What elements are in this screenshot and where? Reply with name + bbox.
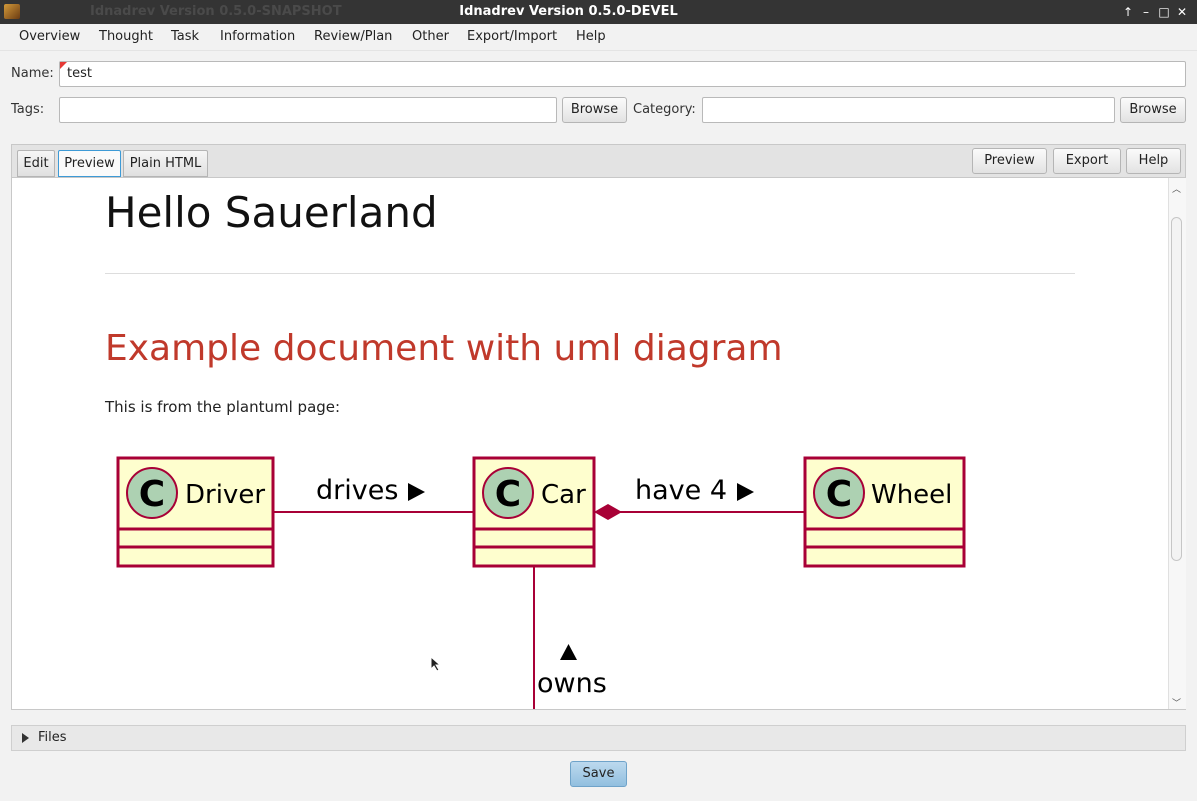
menu-help[interactable]: Help bbox=[576, 29, 606, 44]
direction-arrow-icon bbox=[408, 483, 425, 501]
menu-thought[interactable]: Thought bbox=[99, 29, 153, 44]
minimize-icon[interactable]: – bbox=[1138, 3, 1154, 21]
scroll-down-icon[interactable]: ﹀ bbox=[1172, 696, 1181, 709]
class-name-wheel: Wheel bbox=[871, 480, 952, 510]
class-stereotype-letter: C bbox=[495, 474, 521, 515]
menu-bar: Overview Thought Task Information Review… bbox=[0, 24, 1197, 51]
class-car: C Car bbox=[472, 456, 596, 568]
validation-marker bbox=[60, 62, 67, 69]
name-label: Name: bbox=[11, 66, 54, 81]
class-driver: C Driver bbox=[116, 456, 275, 568]
relation-label-have: have 4 bbox=[635, 475, 727, 506]
class-stereotype-letter: C bbox=[826, 474, 852, 515]
scroll-up-icon[interactable]: ︿ bbox=[1172, 182, 1181, 195]
menu-review-plan[interactable]: Review/Plan bbox=[314, 29, 392, 44]
uml-class-diagram: C Driver C Car C Wheel drives have 4 own… bbox=[116, 456, 966, 709]
relation-label-owns: owns bbox=[537, 668, 607, 699]
title-bar: Idnadrev Version 0.5.0-SNAPSHOT Idnadrev… bbox=[0, 0, 1197, 24]
close-icon[interactable]: ✕ bbox=[1174, 3, 1190, 21]
files-label: Files bbox=[38, 730, 67, 745]
menu-task[interactable]: Task bbox=[171, 29, 199, 44]
tags-field[interactable] bbox=[59, 97, 557, 123]
tab-preview[interactable]: Preview bbox=[58, 150, 121, 177]
scrollbar-thumb[interactable] bbox=[1171, 217, 1182, 561]
preview-button[interactable]: Preview bbox=[972, 148, 1047, 174]
save-button[interactable]: Save bbox=[570, 761, 627, 787]
class-name-driver: Driver bbox=[185, 480, 265, 510]
menu-overview[interactable]: Overview bbox=[19, 29, 80, 44]
tags-browse-button[interactable]: Browse bbox=[562, 97, 627, 123]
menu-other[interactable]: Other bbox=[412, 29, 449, 44]
composition-diamond bbox=[594, 504, 622, 520]
files-panel-header[interactable]: Files bbox=[11, 725, 1186, 751]
category-field[interactable] bbox=[702, 97, 1115, 123]
export-button[interactable]: Export bbox=[1053, 148, 1121, 174]
tab-plain-html[interactable]: Plain HTML bbox=[123, 150, 208, 177]
keep-above-icon[interactable]: ↑ bbox=[1120, 3, 1136, 21]
document-paragraph: This is from the plantuml page: bbox=[105, 398, 341, 416]
tab-edit[interactable]: Edit bbox=[17, 150, 55, 177]
help-button[interactable]: Help bbox=[1126, 148, 1181, 174]
category-browse-button[interactable]: Browse bbox=[1120, 97, 1186, 123]
direction-arrow-icon bbox=[737, 483, 754, 501]
maximize-icon[interactable]: □ bbox=[1156, 3, 1172, 21]
document-subheading: Example document with uml diagram bbox=[105, 328, 783, 369]
class-stereotype-letter: C bbox=[139, 474, 165, 515]
name-field-value: test bbox=[67, 66, 92, 81]
direction-arrow-icon bbox=[560, 644, 577, 660]
menu-information[interactable]: Information bbox=[220, 29, 295, 44]
window-title: Idnadrev Version 0.5.0-DEVEL bbox=[459, 4, 678, 19]
class-wheel: C Wheel bbox=[803, 456, 966, 568]
horizontal-rule bbox=[105, 273, 1075, 274]
class-name-car: Car bbox=[541, 480, 586, 510]
menu-export-import[interactable]: Export/Import bbox=[467, 29, 557, 44]
mouse-cursor-icon bbox=[430, 656, 442, 672]
expand-arrow-icon bbox=[22, 733, 29, 743]
relation-label-drives: drives bbox=[316, 475, 398, 506]
name-field[interactable]: test bbox=[59, 61, 1186, 87]
tags-label: Tags: bbox=[11, 102, 45, 117]
category-label: Category: bbox=[633, 102, 696, 117]
document-heading: Hello Sauerland bbox=[105, 188, 438, 237]
